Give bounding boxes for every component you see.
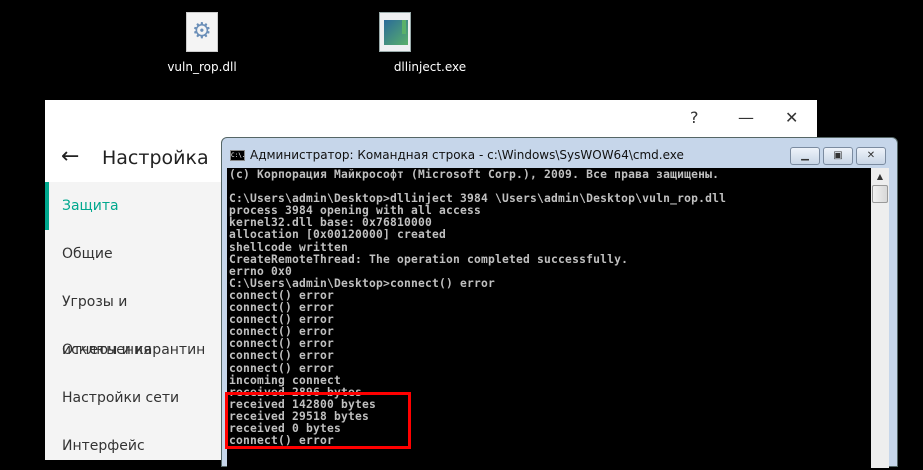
cmd-maximize-button[interactable]: ▣ [823, 147, 853, 165]
minimize-button[interactable]: — [738, 108, 754, 127]
desktop-icon-dllinject-exe[interactable]: dllinject.exe [379, 12, 475, 74]
desktop-icon-label: dllinject.exe [393, 60, 467, 74]
cmd-title: Администратор: Командная строка - c:\Win… [250, 148, 684, 162]
console-line: CreateRemoteThread: The operation comple… [229, 252, 629, 266]
console-line: incoming connect [229, 373, 342, 387]
console-line: connect() error [229, 361, 335, 375]
exe-window-icon [379, 12, 411, 52]
sidebar-item-network[interactable]: Настройки сети [45, 374, 221, 422]
cmd-close-button[interactable]: ✕ [856, 147, 886, 165]
console-line: shellcode written [229, 240, 349, 254]
sidebar-item-interface[interactable]: Интерфейс [45, 422, 221, 470]
desktop-icon-label: vuln_rop.dll [167, 60, 237, 74]
cmd-minimize-button[interactable]: ▁ [790, 147, 820, 165]
console-line: connect() error [229, 349, 335, 363]
console-line: allocation [0x00120000] created [229, 228, 447, 242]
desktop-icon-vuln-rop-dll[interactable]: vuln_rop.dll [157, 12, 247, 74]
sidebar-item-general[interactable]: Общие [45, 230, 221, 278]
dll-gear-icon [186, 12, 218, 52]
cmd-title-bar[interactable]: C:\. Администратор: Командная строка - c… [230, 148, 684, 162]
close-button[interactable]: ✕ [785, 108, 798, 127]
console-line: (c) Корпорация Майкрософт (Microsoft Cor… [229, 168, 720, 181]
scroll-up-arrow-icon[interactable]: ▲ [871, 168, 889, 185]
highlight-box [225, 392, 411, 449]
scrollbar-thumb[interactable] [872, 185, 888, 203]
scrollbar[interactable]: ▲ [871, 168, 889, 468]
sidebar: Защита Общие Угрозы и исключения Отчеты … [45, 182, 221, 460]
sidebar-item-threats[interactable]: Угрозы и исключения [45, 278, 221, 358]
help-button[interactable]: ? [690, 108, 699, 127]
back-arrow-icon[interactable]: ← [61, 144, 79, 169]
sidebar-item-reports[interactable]: Отчеты и карантин [45, 326, 221, 374]
cmd-icon: C:\. [230, 149, 246, 161]
page-title: Настройка [102, 147, 209, 169]
sidebar-item-protection[interactable]: Защита [45, 182, 221, 230]
